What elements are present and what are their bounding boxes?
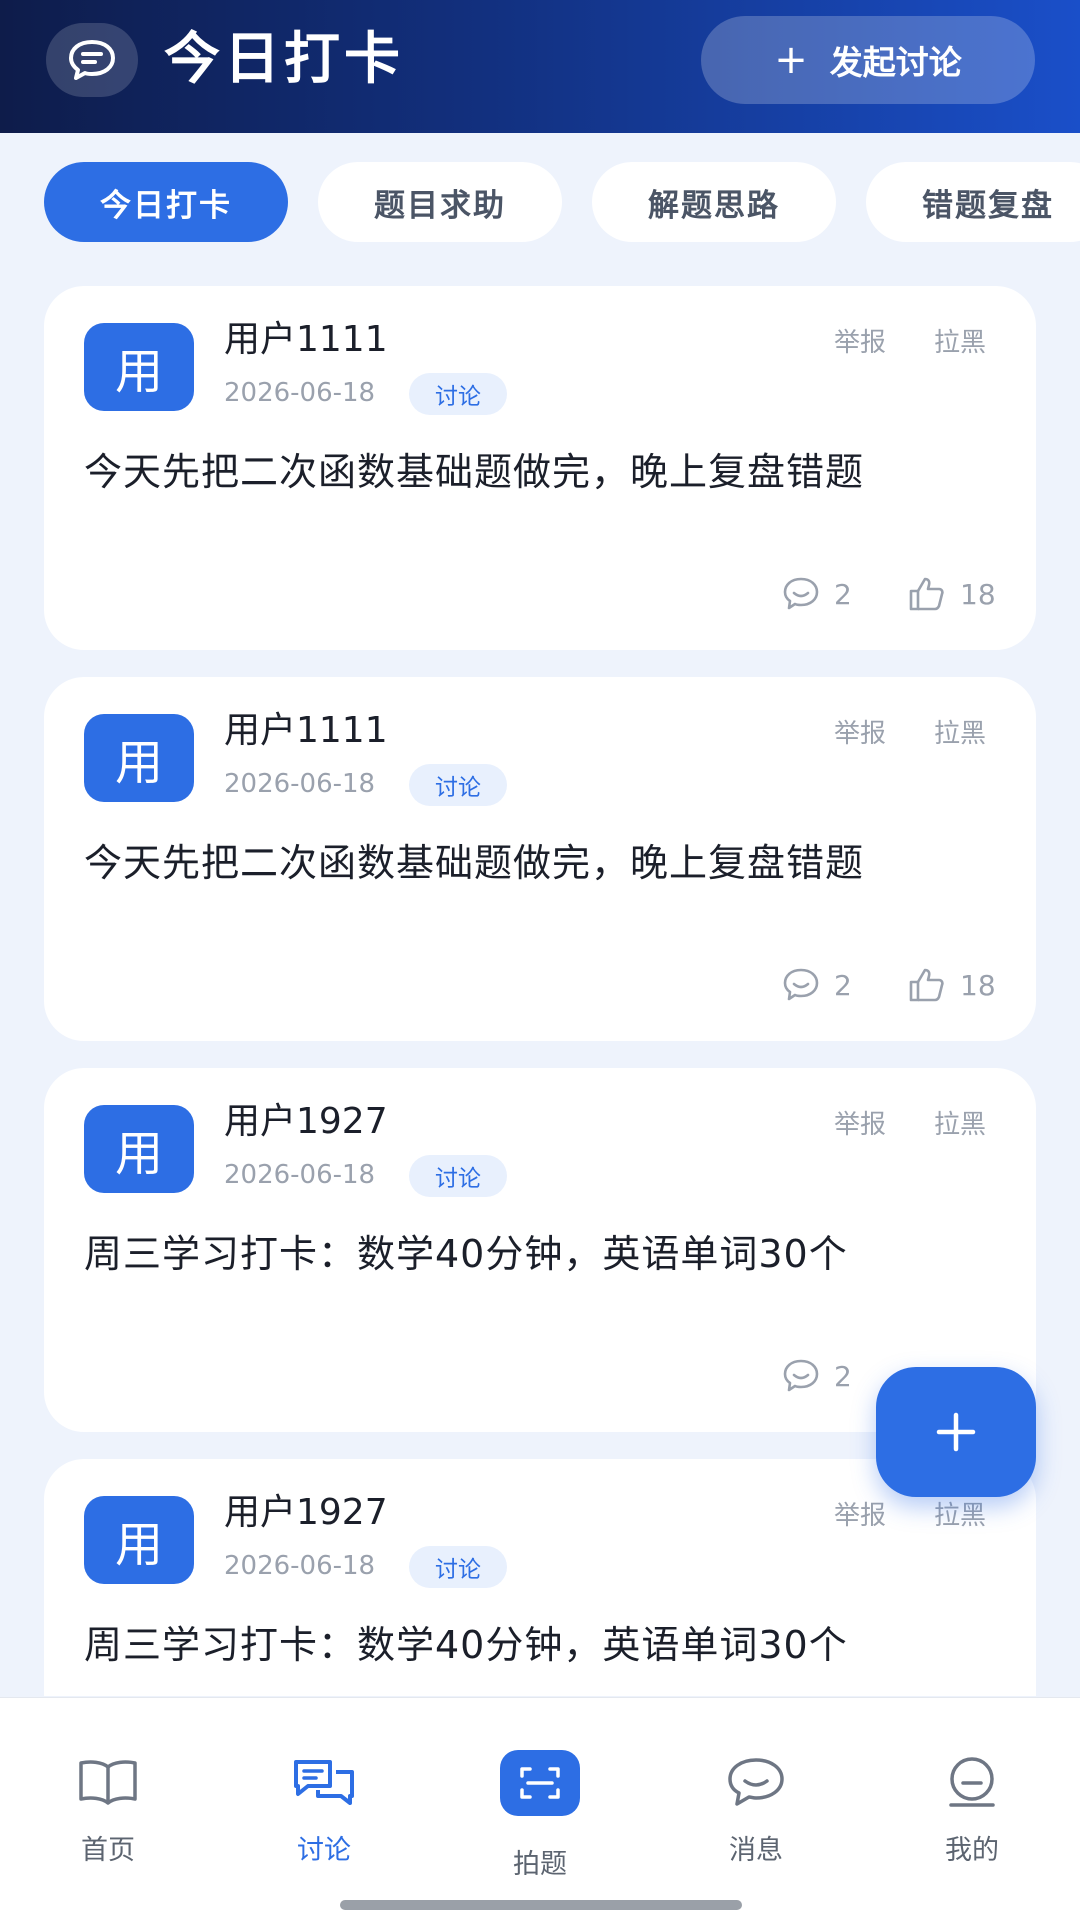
post-content: 今天先把二次函数基础题做完，晚上复盘错题	[84, 450, 865, 494]
profile-icon	[943, 1750, 1001, 1814]
post-content: 今天先把二次函数基础题做完，晚上复盘错题	[84, 841, 865, 885]
post-tag-badge: 讨论	[409, 764, 507, 806]
post-tag-badge: 讨论	[409, 1546, 507, 1588]
tab-question-help[interactable]: 题目求助	[318, 162, 562, 242]
post-username[interactable]: 用户1927	[224, 1100, 388, 1144]
avatar[interactable]: 用	[84, 323, 194, 411]
block-button[interactable]: 拉黑	[934, 1495, 986, 1532]
block-button[interactable]: 拉黑	[934, 322, 986, 359]
post-username[interactable]: 用户1111	[224, 709, 388, 753]
report-button[interactable]: 举报	[834, 1104, 886, 1141]
post-content: 周三学习打卡：数学40分钟，英语单词30个	[84, 1623, 848, 1667]
nav-scan-question[interactable]: 拍题	[432, 1698, 648, 1888]
avatar[interactable]: 用	[84, 714, 194, 802]
discussion-icon	[290, 1750, 358, 1814]
nav-profile[interactable]: 我的	[864, 1698, 1080, 1888]
chat-bubble-icon[interactable]	[46, 23, 138, 97]
post-username[interactable]: 用户1111	[224, 318, 388, 362]
comment-count: 2	[834, 577, 852, 611]
thumbs-up-icon	[909, 968, 944, 1002]
home-indicator[interactable]	[340, 1900, 742, 1910]
plus-icon	[936, 1412, 976, 1452]
post-date: 2026-06-18	[224, 1551, 376, 1581]
comment-count-button[interactable]: 2	[782, 1358, 852, 1394]
nav-profile-label: 我的	[945, 1835, 999, 1866]
post-date: 2026-06-18	[224, 769, 376, 799]
tab-solution-ideas[interactable]: 解题思路	[592, 162, 836, 242]
top-header: 今日打卡 + 发起讨论	[0, 0, 1080, 133]
block-button[interactable]: 拉黑	[934, 713, 986, 750]
thumbs-up-icon	[909, 577, 944, 611]
comment-count-button[interactable]: 2	[782, 967, 852, 1003]
like-count: 18	[960, 968, 996, 1002]
app-screen: 今日打卡 + 发起讨论 今日打卡 题目求助 解题思路 错题复盘 用 用户1111…	[0, 0, 1080, 1920]
category-tabs: 今日打卡 题目求助 解题思路 错题复盘	[44, 162, 1080, 242]
comment-count: 2	[834, 968, 852, 1002]
nav-scan-label: 拍题	[513, 1849, 567, 1880]
nav-home[interactable]: 首页	[0, 1698, 216, 1888]
comment-icon	[783, 968, 819, 1001]
tab-today-checkin[interactable]: 今日打卡	[44, 162, 288, 242]
tab-mistake-review[interactable]: 错题复盘	[866, 162, 1080, 242]
post-content: 周三学习打卡：数学40分钟，英语单词30个	[84, 1232, 848, 1276]
nav-messages[interactable]: 消息	[648, 1698, 864, 1888]
avatar[interactable]: 用	[84, 1496, 194, 1584]
bottom-navigation: 首页 讨论 拍题 消息 我的	[0, 1697, 1080, 1920]
post-date: 2026-06-18	[224, 1160, 376, 1190]
scan-icon	[500, 1750, 580, 1816]
comment-icon	[783, 577, 819, 610]
post-tag-badge: 讨论	[409, 373, 507, 415]
message-icon	[725, 1750, 787, 1814]
post-date: 2026-06-18	[224, 378, 376, 408]
like-count-button[interactable]: 18	[908, 576, 996, 612]
like-count: 18	[960, 577, 996, 611]
like-count-button[interactable]: 18	[908, 967, 996, 1003]
report-button[interactable]: 举报	[834, 1495, 886, 1532]
nav-discussion-label: 讨论	[297, 1835, 351, 1866]
book-icon	[77, 1750, 139, 1814]
plus-icon: +	[774, 37, 808, 83]
start-discussion-button[interactable]: + 发起讨论	[701, 16, 1035, 104]
comment-count-button[interactable]: 2	[782, 576, 852, 612]
post-username[interactable]: 用户1927	[224, 1491, 388, 1535]
new-post-fab[interactable]	[876, 1367, 1036, 1497]
nav-home-label: 首页	[81, 1835, 135, 1866]
nav-discussion[interactable]: 讨论	[216, 1698, 432, 1888]
avatar[interactable]: 用	[84, 1105, 194, 1193]
post-tag-badge: 讨论	[409, 1155, 507, 1197]
post-card[interactable]: 用 用户1111 2026-06-18 讨论 举报 拉黑 今天先把二次函数基础题…	[44, 286, 1036, 650]
comment-icon	[783, 1359, 819, 1392]
nav-messages-label: 消息	[729, 1835, 783, 1866]
post-card[interactable]: 用 用户1927 2026-06-18 讨论 举报 拉黑 周三学习打卡：数学40…	[44, 1459, 1036, 1696]
comment-count: 2	[834, 1359, 852, 1393]
block-button[interactable]: 拉黑	[934, 1104, 986, 1141]
page-title: 今日打卡	[164, 27, 404, 92]
post-card[interactable]: 用 用户1111 2026-06-18 讨论 举报 拉黑 今天先把二次函数基础题…	[44, 677, 1036, 1041]
report-button[interactable]: 举报	[834, 322, 886, 359]
report-button[interactable]: 举报	[834, 713, 886, 750]
start-discussion-label: 发起讨论	[829, 43, 962, 82]
